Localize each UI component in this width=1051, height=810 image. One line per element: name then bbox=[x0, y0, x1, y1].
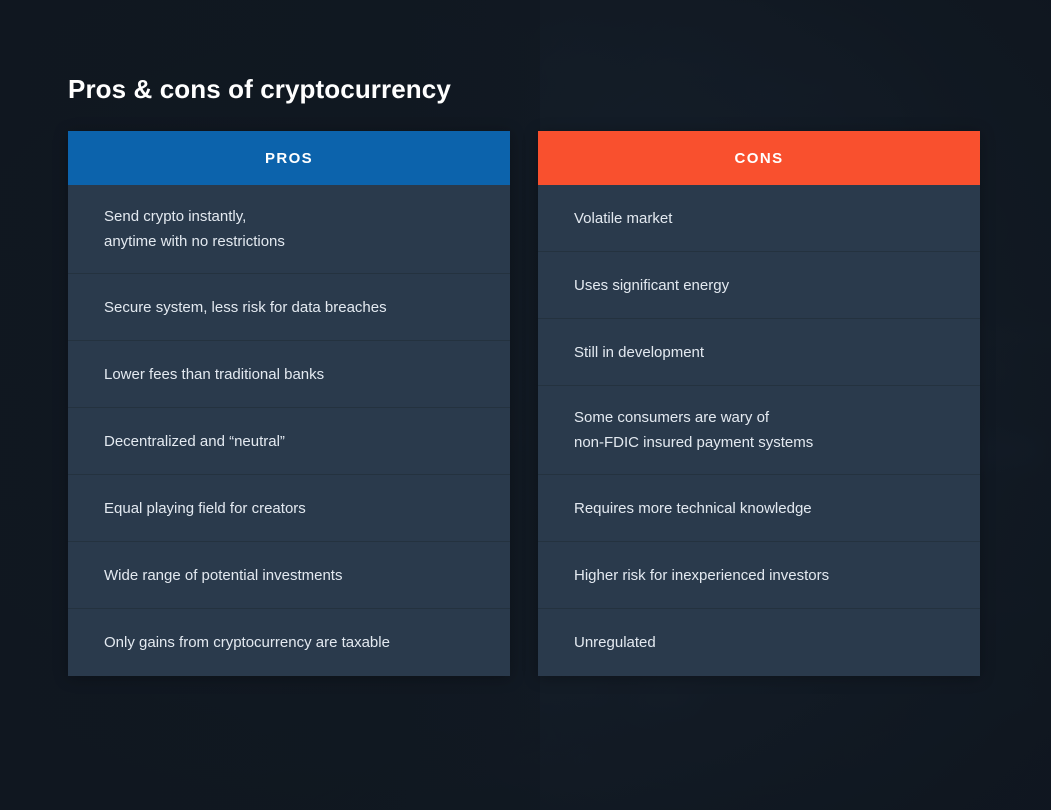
list-item: Equal playing field for creators bbox=[68, 475, 510, 542]
list-item: Wide range of potential investments bbox=[68, 542, 510, 609]
list-item: Decentralized and “neutral” bbox=[68, 408, 510, 475]
pros-panel-header: PROS bbox=[68, 131, 510, 185]
list-item: Unregulated bbox=[538, 609, 980, 676]
cons-item-label: Volatile market bbox=[574, 209, 673, 227]
cons-panel: CONS Volatile market Uses significant ene… bbox=[538, 131, 980, 676]
list-item: Secure system, less risk for data breach… bbox=[68, 274, 510, 341]
list-item: Some consumers are wary of non-FDIC insu… bbox=[538, 386, 980, 475]
cons-panel-header: CONS bbox=[538, 131, 980, 185]
cons-item-label: Requires more technical knowledge bbox=[574, 499, 812, 517]
list-item: Requires more technical knowledge bbox=[538, 475, 980, 542]
pros-list: Send crypto instantly, anytime with no r… bbox=[68, 185, 510, 676]
cons-item-label: Some consumers are wary of non-FDIC insu… bbox=[574, 409, 814, 451]
pros-item-label: Secure system, less risk for data breach… bbox=[104, 298, 387, 316]
cons-item-label: Higher risk for inexperienced investors bbox=[574, 566, 830, 584]
cons-item-label: Still in development bbox=[574, 343, 705, 361]
list-item: Volatile market bbox=[538, 185, 980, 252]
list-item: Send crypto instantly, anytime with no r… bbox=[68, 185, 510, 274]
pros-item-label: Equal playing field for creators bbox=[104, 499, 306, 517]
pros-item-label: Send crypto instantly, anytime with no r… bbox=[104, 208, 285, 250]
pros-panel: PROS Send crypto instantly, anytime with… bbox=[68, 131, 510, 676]
list-item: Uses significant energy bbox=[538, 252, 980, 319]
pros-item-label: Decentralized and “neutral” bbox=[104, 432, 285, 450]
page-title: Pros & cons of cryptocurrency bbox=[68, 74, 451, 104]
cons-list: Volatile market Uses significant energy St… bbox=[538, 185, 980, 676]
cons-item-label: Uses significant energy bbox=[574, 276, 730, 294]
cons-item-label: Unregulated bbox=[574, 634, 656, 651]
pros-item-label: Wide range of potential investments bbox=[104, 566, 343, 584]
pros-item-label: Only gains from cryptocurrency are taxab… bbox=[104, 634, 390, 651]
list-item: Still in development bbox=[538, 319, 980, 386]
list-item: Higher risk for inexperienced investors bbox=[538, 542, 980, 609]
pros-item-label: Lower fees than traditional banks bbox=[104, 365, 325, 383]
list-item: Lower fees than traditional banks bbox=[68, 341, 510, 408]
list-item: Only gains from cryptocurrency are taxab… bbox=[68, 609, 510, 676]
pros-cons-slide: Pros & cons of cryptocurrency PROS Send … bbox=[0, 0, 1051, 810]
